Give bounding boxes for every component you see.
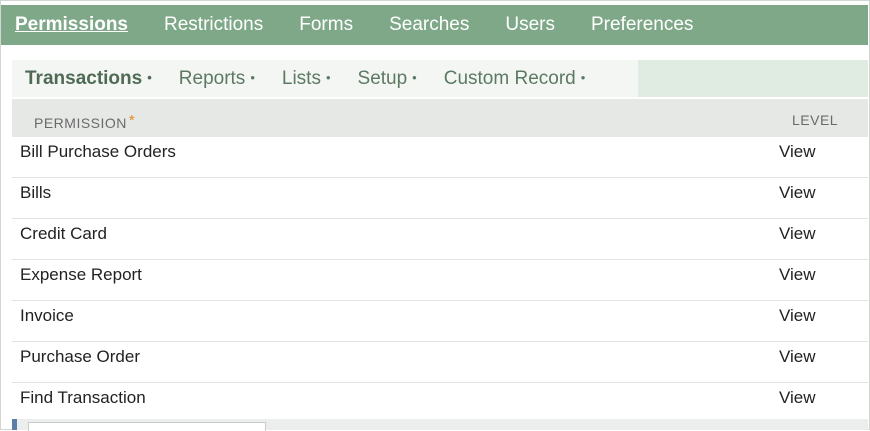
level-cell[interactable]: View — [779, 265, 816, 285]
permission-cell: Invoice — [20, 306, 74, 325]
column-header-level[interactable]: LEVEL — [792, 112, 838, 128]
table-row[interactable]: Find Transaction View — [12, 383, 868, 424]
table-row[interactable]: Bill Purchase Orders View — [12, 137, 868, 178]
level-cell[interactable]: View — [779, 347, 816, 367]
tab-permissions[interactable]: Permissions — [1, 14, 146, 36]
subtab-transactions[interactable]: Transactions • — [12, 68, 152, 90]
column-header-label: PERMISSION — [34, 115, 127, 131]
permissions-table: PERMISSION * LEVEL Bill Purchase Orders V… — [12, 99, 868, 424]
tab-searches[interactable]: Searches — [371, 14, 487, 36]
tab-restrictions[interactable]: Restrictions — [146, 14, 281, 36]
tab-label: Restrictions — [164, 14, 264, 35]
level-cell[interactable]: View — [779, 142, 816, 162]
sub-tab-bar: Transactions • Reports • Lists • Setup • Cus… — [12, 60, 868, 97]
subtab-reports[interactable]: Reports • — [166, 68, 255, 90]
level-cell[interactable]: View — [779, 224, 816, 244]
column-header-permission[interactable]: PERMISSION * — [34, 112, 135, 131]
permission-cell: Purchase Order — [20, 347, 140, 366]
subtab-dot: • — [250, 69, 255, 85]
subtab-label: Custom Record — [443, 67, 576, 89]
table-header: PERMISSION * LEVEL — [12, 99, 868, 137]
permission-cell: Bills — [20, 183, 52, 202]
level-cell[interactable]: View — [779, 306, 816, 326]
subtab-label: Lists — [281, 67, 321, 89]
tab-label: Searches — [389, 14, 470, 35]
subtab-dot: • — [325, 69, 331, 85]
level-cell[interactable]: View — [779, 388, 816, 408]
permission-cell: Find Transaction — [20, 388, 146, 407]
subtab-label: Reports — [178, 67, 246, 89]
permission-cell: Credit Card — [20, 224, 107, 243]
subtab-lists[interactable]: Lists • — [269, 68, 331, 90]
level-cell[interactable]: View — [779, 183, 816, 203]
table-row[interactable]: Invoice View — [12, 301, 868, 342]
subtab-setup[interactable]: Setup • — [345, 68, 417, 90]
subtab-label: Transactions — [25, 67, 143, 89]
tab-users[interactable]: Users — [487, 14, 573, 36]
tab-label: Preferences — [590, 14, 694, 35]
subtab-dot: • — [580, 69, 586, 85]
table-row[interactable]: Bills View — [12, 178, 868, 219]
permission-cell: Bill Purchase Orders — [20, 142, 176, 161]
table-row[interactable]: Expense Report View — [12, 260, 868, 301]
required-marker: * — [128, 112, 136, 129]
main-tab-bar: Permissions Restrictions Forms Searches … — [1, 5, 868, 45]
row-marker — [12, 419, 17, 430]
sub-tab-strip: Transactions • Reports • Lists • Setup • Cus… — [12, 60, 638, 97]
subtab-label: Setup — [357, 67, 408, 89]
permission-cell: Expense Report — [20, 265, 142, 284]
table-row[interactable]: Credit Card View — [12, 219, 868, 260]
tab-preferences[interactable]: Preferences — [573, 14, 711, 36]
subtab-dot: • — [147, 69, 152, 85]
tab-forms[interactable]: Forms — [281, 14, 371, 36]
subtab-custom-record[interactable]: Custom Record • — [431, 68, 586, 90]
tab-label: Permissions — [15, 14, 128, 35]
table-row[interactable]: Purchase Order View — [12, 342, 868, 383]
subtab-dot: • — [412, 69, 417, 85]
tab-label: Forms — [299, 14, 354, 35]
tab-label: Users — [505, 14, 555, 35]
